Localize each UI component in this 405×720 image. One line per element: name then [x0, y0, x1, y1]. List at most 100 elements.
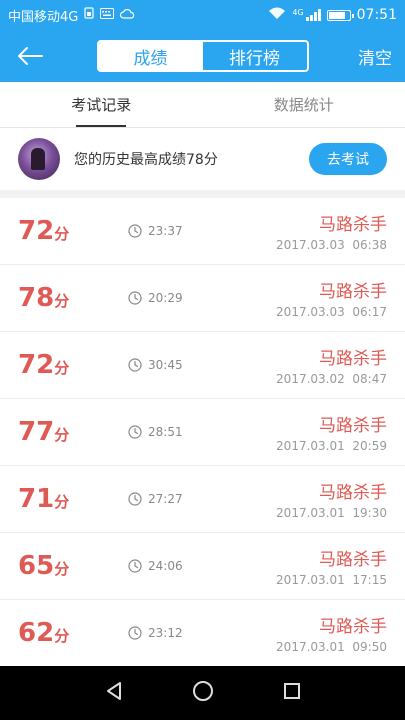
- score: 78分: [18, 283, 128, 313]
- score-unit: 分: [54, 627, 70, 645]
- status-left: 中国移动4G: [8, 6, 135, 25]
- carrier-label: 中国移动4G: [8, 9, 79, 25]
- score-unit: 分: [54, 225, 70, 243]
- clock-icon: [128, 425, 142, 439]
- record-time: 19:30: [352, 506, 387, 520]
- score: 72分: [18, 350, 128, 380]
- score: 71分: [18, 484, 128, 514]
- duration-value: 28:51: [148, 425, 183, 439]
- segmented-control: 成绩 排行榜: [96, 40, 309, 72]
- duration-value: 23:12: [148, 626, 183, 640]
- back-triangle-icon[interactable]: [104, 681, 124, 705]
- rank-title: 马路杀手: [319, 282, 387, 302]
- record-row[interactable]: 65分 24:06 马路杀手 2017.03.01 17:15: [0, 533, 405, 600]
- wifi-icon: [268, 7, 286, 24]
- tab-bar: 考试记录 数据统计: [0, 82, 405, 128]
- record-date: 2017.03.03: [276, 238, 345, 252]
- duration-value: 23:37: [148, 224, 183, 238]
- duration-value: 30:45: [148, 358, 183, 372]
- record-datetime: 2017.03.01 17:15: [276, 573, 387, 587]
- duration: 23:12: [128, 626, 248, 640]
- score-value: 62: [18, 618, 55, 648]
- record-datetime: 2017.03.01 20:59: [276, 439, 387, 453]
- clock-icon: [128, 358, 142, 372]
- network-badge: 4G: [292, 8, 304, 17]
- clock-icon: [128, 492, 142, 506]
- score-value: 72: [18, 216, 55, 246]
- rank-title: 马路杀手: [319, 483, 387, 503]
- 4g-signal-icon: 4G: [292, 8, 321, 21]
- duration: 24:06: [128, 559, 248, 573]
- score-unit: 分: [54, 426, 70, 444]
- cloud-icon: [120, 8, 135, 23]
- segment-scores[interactable]: 成绩: [98, 42, 203, 70]
- record-meta: 马路杀手 2017.03.01 09:50: [276, 612, 387, 654]
- record-meta: 马路杀手 2017.03.01 17:15: [276, 545, 387, 587]
- score-value: 72: [18, 350, 55, 380]
- score-value: 65: [18, 551, 55, 581]
- clear-button[interactable]: 清空: [345, 44, 405, 69]
- record-list: 72分 23:37 马路杀手 2017.03.03 06:38 78分 20:2…: [0, 198, 405, 667]
- record-row[interactable]: 62分 23:12 马路杀手 2017.03.01 09:50: [0, 600, 405, 667]
- record-datetime: 2017.03.03 06:38: [276, 238, 387, 252]
- clock-icon: [128, 626, 142, 640]
- sim-icon: [84, 7, 94, 23]
- score-value: 71: [18, 484, 55, 514]
- record-date: 2017.03.01: [276, 640, 345, 654]
- record-meta: 马路杀手 2017.03.03 06:17: [276, 277, 387, 319]
- record-date: 2017.03.01: [276, 573, 345, 587]
- keyboard-icon: [100, 7, 115, 23]
- score-value: 78: [18, 283, 55, 313]
- score-value: 77: [18, 417, 55, 447]
- duration: 30:45: [128, 358, 248, 372]
- record-time: 09:50: [352, 640, 387, 654]
- record-datetime: 2017.03.01 09:50: [276, 640, 387, 654]
- clock-icon: [128, 224, 142, 238]
- duration: 20:29: [128, 291, 248, 305]
- duration: 27:27: [128, 492, 248, 506]
- record-date: 2017.03.03: [276, 305, 345, 319]
- record-time: 06:38: [352, 238, 387, 252]
- record-datetime: 2017.03.03 06:17: [276, 305, 387, 319]
- record-date: 2017.03.01: [276, 439, 345, 453]
- record-row[interactable]: 72分 30:45 马路杀手 2017.03.02 08:47: [0, 332, 405, 399]
- tab-exam-records[interactable]: 考试记录: [0, 82, 203, 127]
- score-unit: 分: [54, 292, 70, 310]
- record-row[interactable]: 71分 27:27 马路杀手 2017.03.01 19:30: [0, 466, 405, 533]
- rank-title: 马路杀手: [319, 416, 387, 436]
- score: 62分: [18, 618, 128, 648]
- rank-title: 马路杀手: [319, 349, 387, 369]
- clock: 07:51: [356, 7, 397, 23]
- record-date: 2017.03.01: [276, 506, 345, 520]
- record-meta: 马路杀手 2017.03.01 19:30: [276, 478, 387, 520]
- score-unit: 分: [54, 560, 70, 578]
- rank-title: 马路杀手: [319, 215, 387, 235]
- take-exam-button[interactable]: 去考试: [309, 143, 387, 175]
- record-row[interactable]: 78分 20:29 马路杀手 2017.03.03 06:17: [0, 265, 405, 332]
- home-circle-icon[interactable]: [192, 680, 214, 706]
- record-meta: 马路杀手 2017.03.02 08:47: [276, 344, 387, 386]
- record-time: 20:59: [352, 439, 387, 453]
- record-meta: 马路杀手 2017.03.01 20:59: [276, 411, 387, 453]
- record-datetime: 2017.03.01 19:30: [276, 506, 387, 520]
- best-score-text: 您的历史最高成绩78分: [74, 152, 218, 168]
- recents-square-icon[interactable]: [283, 682, 301, 704]
- score-unit: 分: [54, 359, 70, 377]
- record-date: 2017.03.02: [276, 372, 345, 386]
- back-button[interactable]: [0, 30, 60, 82]
- record-time: 08:47: [352, 372, 387, 386]
- status-bar: 中国移动4G 4G 07:51: [0, 0, 405, 30]
- record-time: 17:15: [352, 573, 387, 587]
- duration-value: 27:27: [148, 492, 183, 506]
- tab-statistics[interactable]: 数据统计: [203, 82, 405, 127]
- record-row[interactable]: 72分 23:37 马路杀手 2017.03.03 06:38: [0, 198, 405, 265]
- arrow-left-icon: [18, 47, 43, 65]
- score-unit: 分: [54, 493, 70, 511]
- duration-value: 20:29: [148, 291, 183, 305]
- segment-leaderboard[interactable]: 排行榜: [203, 42, 307, 70]
- record-row[interactable]: 77分 28:51 马路杀手 2017.03.01 20:59: [0, 399, 405, 466]
- duration: 23:37: [128, 224, 248, 238]
- record-meta: 马路杀手 2017.03.03 06:38: [276, 210, 387, 252]
- clock-icon: [128, 291, 142, 305]
- avatar: [18, 138, 60, 180]
